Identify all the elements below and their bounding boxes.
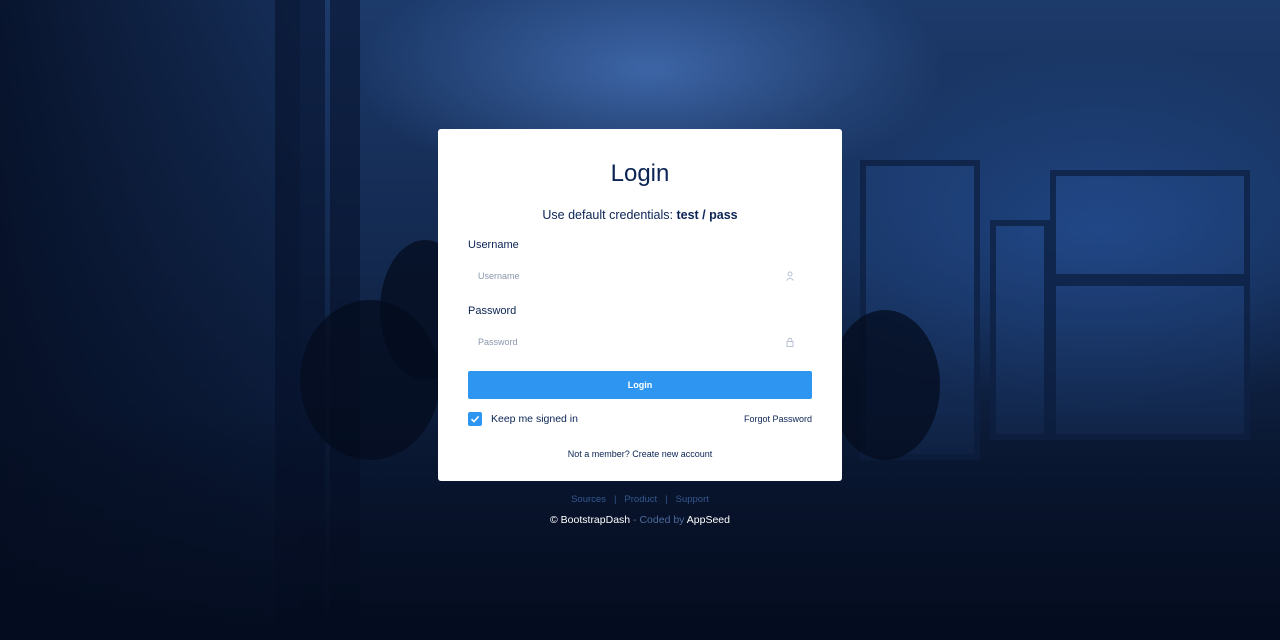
credentials-hint: Use default credentials: test / pass (468, 208, 812, 224)
coded-by-text: - Coded by (630, 514, 687, 526)
signup-prompt-text: Not a member? (567, 449, 633, 459)
copyright-symbol: © (550, 514, 558, 526)
lock-icon (786, 337, 794, 347)
create-account-link[interactable]: Create new account (632, 449, 712, 459)
login-card: Login Use default credentials: test / pa… (438, 129, 842, 481)
background-window (1050, 280, 1250, 440)
footer-links: Sources | Product | Support (0, 494, 1280, 505)
login-title: Login (610, 160, 670, 187)
background-pillar (275, 0, 325, 640)
password-label: Password (468, 305, 517, 317)
footer-link-product[interactable]: Product (624, 494, 657, 505)
login-options-row: Keep me signed in Forgot Password (468, 411, 812, 427)
author-link[interactable]: AppSeed (687, 514, 730, 526)
background-window (990, 220, 1050, 440)
user-icon (786, 271, 794, 281)
footer-credit: © BootstrapDash - Coded by AppSeed (0, 514, 1280, 526)
forgot-password-link[interactable]: Forgot Password (744, 414, 812, 424)
remember-me-checkbox[interactable] (468, 412, 482, 426)
background-plant (830, 310, 940, 460)
check-icon (470, 415, 480, 423)
username-field-wrap (468, 263, 812, 289)
remember-me[interactable]: Keep me signed in (468, 412, 578, 426)
credentials-value: test / pass (676, 208, 738, 222)
username-label: Username (468, 239, 519, 251)
username-input[interactable] (468, 263, 812, 289)
password-field-wrap (468, 329, 812, 355)
credentials-hint-text: Use default credentials: (542, 208, 677, 222)
footer-link-support[interactable]: Support (676, 494, 709, 505)
brand-link[interactable]: BootstrapDash (561, 514, 630, 526)
password-input[interactable] (468, 329, 812, 355)
remember-me-label: Keep me signed in (491, 413, 578, 425)
signup-prompt: Not a member? Create new account (468, 449, 812, 459)
background-window (1050, 170, 1250, 280)
footer-separator: | (613, 494, 617, 505)
footer-separator: | (665, 494, 668, 505)
background-shade-left (0, 0, 300, 640)
login-button[interactable]: Login (468, 371, 812, 399)
footer-link-sources[interactable]: Sources (571, 494, 606, 505)
